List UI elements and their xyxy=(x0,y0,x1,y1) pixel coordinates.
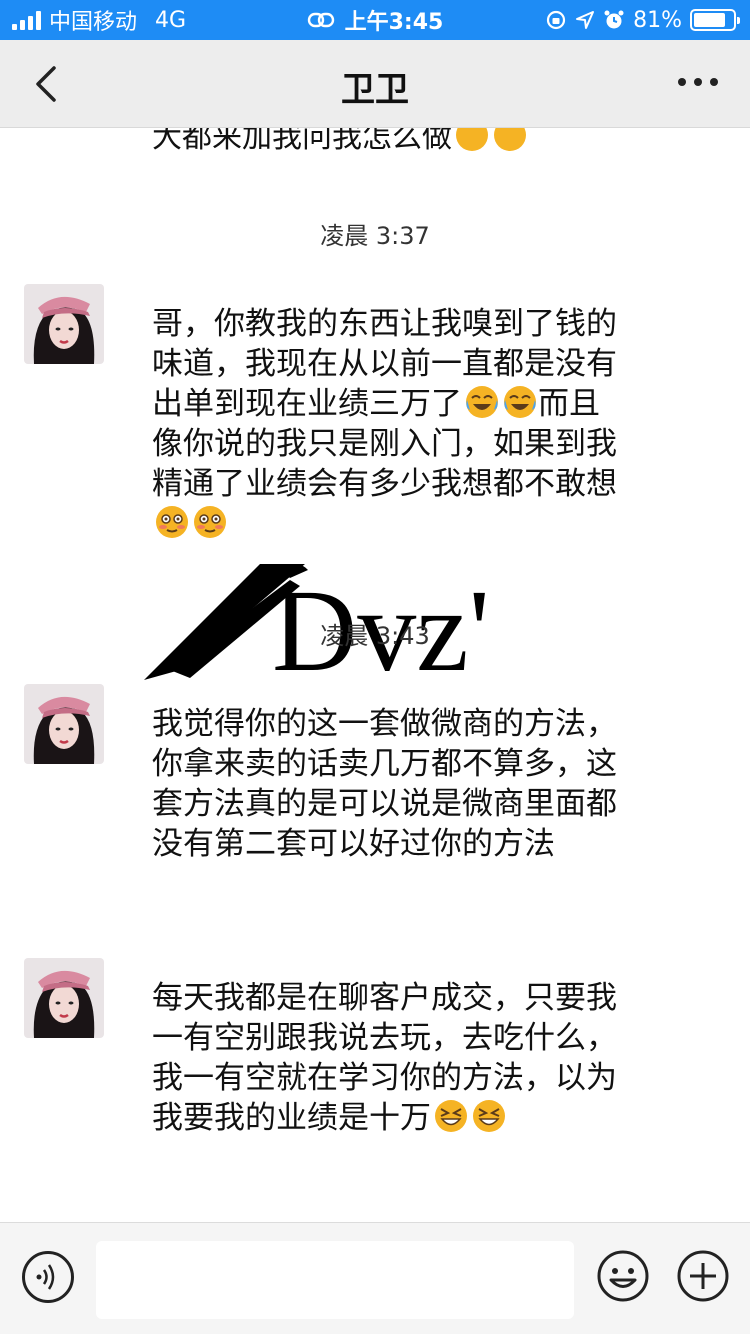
flushed-emoji xyxy=(156,506,188,538)
timestamp: 凌晨 3:43 xyxy=(320,622,430,650)
clock: 上午3:45 xyxy=(344,10,444,35)
rotation-lock-icon xyxy=(546,10,566,30)
location-icon xyxy=(576,11,595,29)
chat-area[interactable]: 大都来加我问我怎么做 凌晨 3:37 哥，你教我的东西让我嗅到了钱的味道，我现在… xyxy=(0,128,750,1222)
chat-title: 卫卫 xyxy=(341,70,409,110)
plus-icon[interactable] xyxy=(676,1249,730,1303)
input-bar xyxy=(0,1222,750,1334)
battery-percent: 81% xyxy=(633,7,682,33)
alarm-icon xyxy=(604,10,624,29)
avatar[interactable] xyxy=(24,284,104,364)
smile-emoji xyxy=(494,128,526,151)
message-bubble: 哥，你教我的东西让我嗅到了钱的味道，我现在从以前一直都是没有出单到现在业绩三万了… xyxy=(152,304,622,544)
nav-bar: 卫卫 xyxy=(0,40,750,128)
smiley-icon[interactable] xyxy=(596,1249,650,1303)
cutoff-message: 大都来加我问我怎么做 xyxy=(152,128,528,156)
tears-of-joy-emoji xyxy=(466,386,498,418)
battery-icon xyxy=(690,9,740,31)
message-bubble: 我觉得你的这一套做微商的方法，你拿来卖的话卖几万都不算多，这套方法真的是可以说是… xyxy=(152,706,617,862)
grinning-squint-emoji xyxy=(473,1100,505,1132)
timestamp: 凌晨 3:37 xyxy=(320,222,430,250)
message-bubble: 每天我都是在聊客户成交，只要我一有空别跟我说去玩，去吃什么，我一有空就在学习你的… xyxy=(152,980,617,1136)
status-bar: 中国移动 4G 上午3:45 81% xyxy=(0,0,750,40)
more-dots-icon[interactable] xyxy=(678,76,718,88)
grinning-squint-emoji xyxy=(435,1100,467,1132)
flushed-emoji xyxy=(194,506,226,538)
message-input[interactable] xyxy=(96,1241,574,1319)
link-icon xyxy=(307,12,334,28)
avatar[interactable] xyxy=(24,958,104,1038)
voice-icon[interactable] xyxy=(22,1251,74,1303)
battery-fill xyxy=(694,13,725,27)
smile-emoji xyxy=(456,128,488,151)
avatar[interactable] xyxy=(24,684,104,764)
tears-of-joy-emoji xyxy=(504,386,536,418)
status-right: 81% xyxy=(545,6,740,34)
